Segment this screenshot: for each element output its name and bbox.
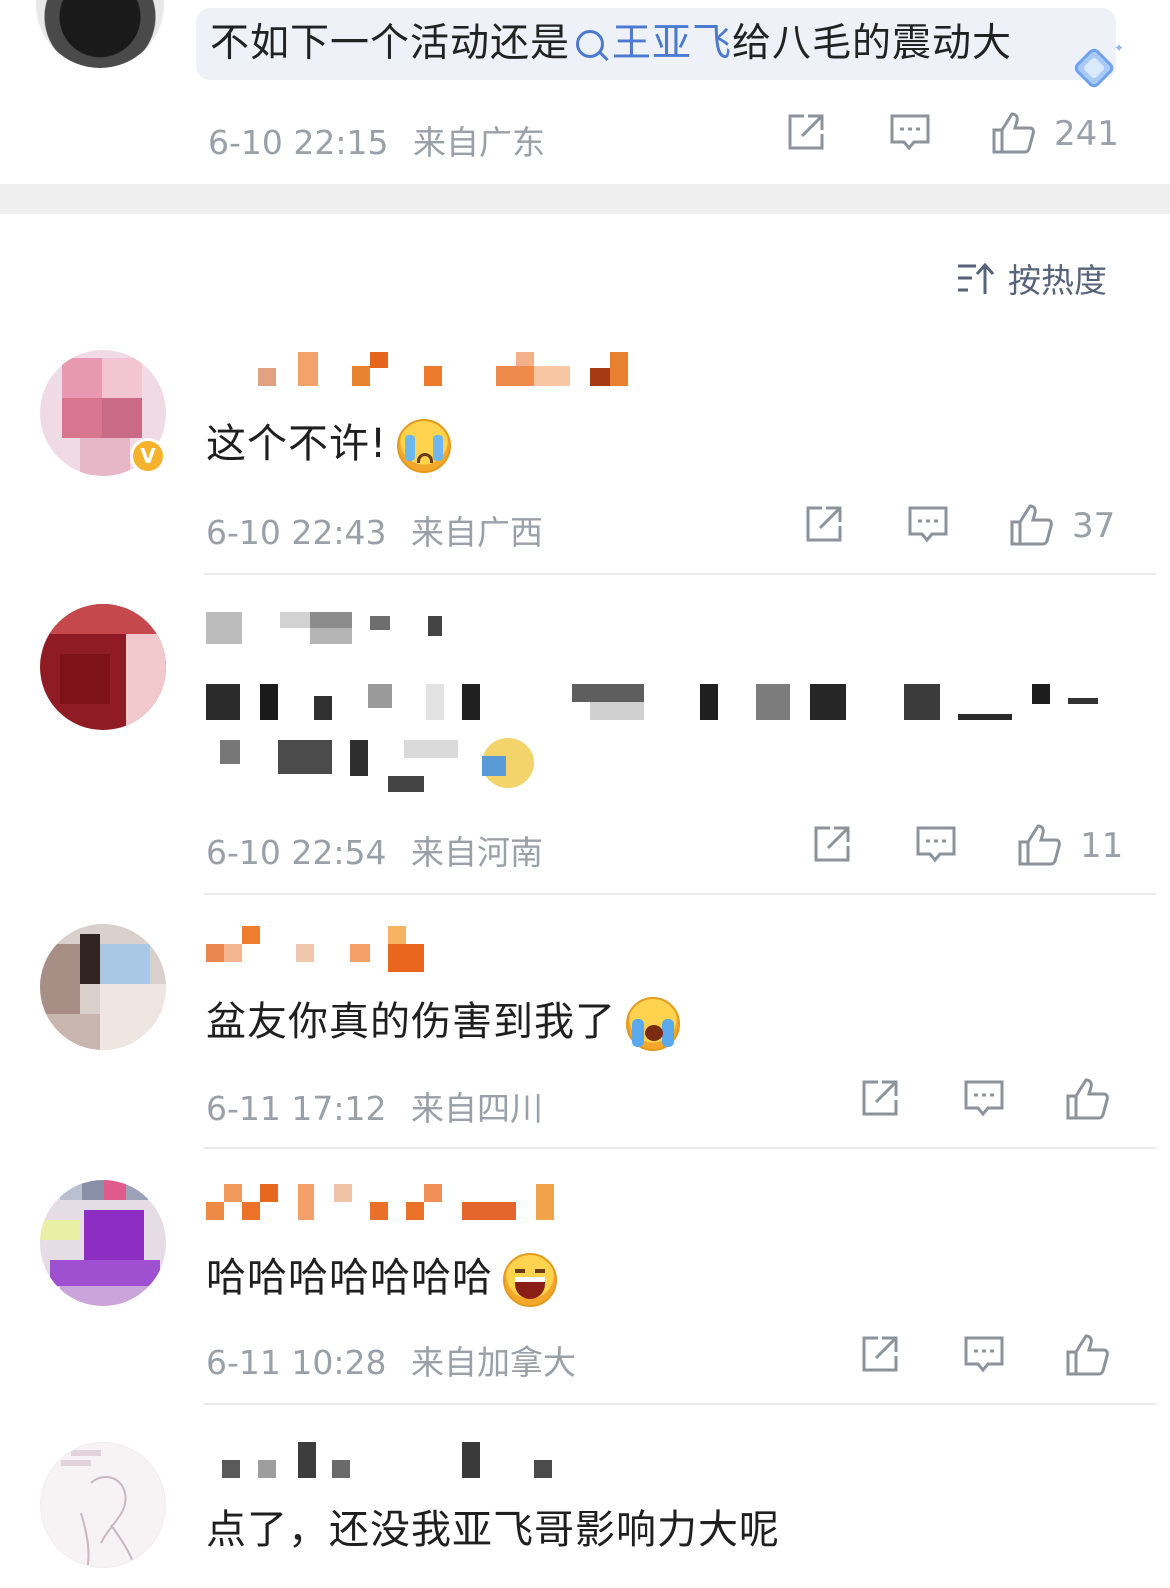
comment-separator	[204, 1147, 1156, 1149]
share-icon[interactable]	[802, 502, 846, 546]
username-blurred[interactable]	[206, 924, 436, 972]
top-post-text-box: 不如下一个活动还是 王亚飞给八毛的震动大	[196, 8, 1116, 80]
top-post-text: 不如下一个活动还是 王亚飞给八毛的震动大	[210, 18, 1012, 70]
like-icon[interactable]	[1008, 502, 1054, 548]
share-icon[interactable]	[858, 1076, 902, 1120]
comment-text: 点了，还没我亚飞哥影响力大呢	[206, 1502, 780, 1558]
post-actions: 241	[784, 110, 1119, 158]
comment-location: 来自河南	[411, 833, 543, 872]
comment-time: 6-10 22:54	[206, 833, 387, 872]
sort-label: 按热度	[1008, 261, 1107, 300]
comment-text	[206, 678, 1106, 798]
like-count: 241	[1054, 114, 1119, 154]
comment-text-content: 点了，还没我亚飞哥影响力大呢	[206, 1507, 780, 1553]
share-icon[interactable]	[810, 822, 854, 866]
comment-separator	[204, 1403, 1156, 1405]
comment-location: 来自四川	[411, 1089, 543, 1128]
like-icon[interactable]	[1016, 822, 1062, 868]
search-icon	[576, 29, 605, 58]
badge-icon: ✦	[1074, 41, 1122, 88]
like-icon[interactable]	[990, 110, 1036, 156]
comment-icon[interactable]	[888, 110, 932, 154]
comment-actions	[858, 1076, 1122, 1124]
comment-text-content: 哈哈哈哈哈哈哈	[206, 1255, 493, 1301]
sort-icon	[958, 262, 995, 294]
comment-meta: 6-11 17:12 来自四川	[206, 1082, 543, 1130]
like-icon[interactable]	[1064, 1076, 1110, 1122]
comment-time: 6-10 22:43	[206, 513, 387, 552]
share-icon[interactable]	[858, 1332, 902, 1376]
comment-item: V 这个不许! 6-10 22:43 来自广西 37	[0, 348, 1170, 575]
comment-icon[interactable]	[962, 1332, 1006, 1376]
comment-time: 6-11 10:28	[206, 1343, 387, 1382]
comment-meta: 6-10 22:54 来自河南	[206, 826, 543, 874]
comment-actions	[858, 1332, 1122, 1380]
comment-meta: 6-10 22:43 来自广西	[206, 506, 543, 554]
avatar[interactable]	[40, 924, 166, 1050]
share-icon[interactable]	[784, 110, 828, 154]
sketch-illustration	[61, 1450, 136, 1567]
comment-item: 盆友你真的伤害到我了 6-11 17:12 来自四川	[0, 922, 1170, 1149]
sort-toggle[interactable]: 按热度	[956, 256, 1107, 300]
top-post-text-before: 不如下一个活动还是	[210, 21, 571, 66]
comment-icon[interactable]	[906, 502, 950, 546]
comment-text-content: 这个不许!	[206, 421, 388, 467]
topic-link[interactable]: 王亚飞	[612, 21, 732, 66]
avatar[interactable]	[40, 604, 166, 730]
comment-item: 6-10 22:54 来自河南 11	[0, 602, 1170, 895]
username-blurred[interactable]	[206, 350, 646, 388]
comment-time: 6-11 17:12	[206, 1089, 387, 1128]
username-blurred[interactable]	[206, 1184, 576, 1222]
comment-text: 哈哈哈哈哈哈哈	[206, 1250, 557, 1307]
avatar[interactable]	[40, 1180, 166, 1306]
post-time: 6-10 22:15	[208, 123, 389, 162]
comment-separator	[204, 893, 1156, 895]
post-meta: 6-10 22:15 来自广东	[208, 116, 545, 164]
comment-text: 这个不许!	[206, 416, 452, 473]
comment-location: 来自广西	[411, 513, 543, 552]
comment-location: 来自加拿大	[411, 1343, 576, 1382]
comment-text: 盆友你真的伤害到我了	[206, 994, 680, 1051]
username-blurred[interactable]	[206, 1442, 586, 1480]
svg-text:✦: ✦	[1114, 41, 1122, 55]
username-blurred[interactable]	[206, 606, 466, 644]
comment-icon[interactable]	[914, 822, 958, 866]
comment-item: 点了，还没我亚飞哥影响力大呢	[0, 1434, 1170, 1588]
laughing-face-icon	[503, 1253, 557, 1307]
comment-item: 哈哈哈哈哈哈哈 6-11 10:28 来自加拿大	[0, 1178, 1170, 1405]
comment-meta: 6-11 10:28 来自加拿大	[206, 1336, 576, 1384]
top-post-text-after: 给八毛的震动大	[732, 21, 1013, 66]
like-icon[interactable]	[1064, 1332, 1110, 1378]
like-count: 11	[1080, 826, 1124, 866]
avatar[interactable]	[36, 0, 164, 68]
avatar[interactable]	[40, 1442, 166, 1568]
crying-face-icon	[397, 419, 452, 473]
like-count: 37	[1072, 506, 1116, 546]
sobbing-face-icon	[626, 997, 680, 1051]
post-location: 来自广东	[413, 123, 545, 162]
comment-text-content: 盆友你真的伤害到我了	[206, 999, 616, 1045]
comment-actions: 11	[810, 822, 1124, 870]
comment-actions: 37	[802, 502, 1122, 550]
top-post: 不如下一个活动还是 王亚飞给八毛的震动大 ✦ 6-10 22:15 来自广东 24…	[0, 0, 1170, 184]
comment-separator	[204, 573, 1156, 575]
verified-icon: V	[130, 438, 166, 474]
comment-icon[interactable]	[962, 1076, 1006, 1120]
section-divider	[0, 184, 1170, 214]
